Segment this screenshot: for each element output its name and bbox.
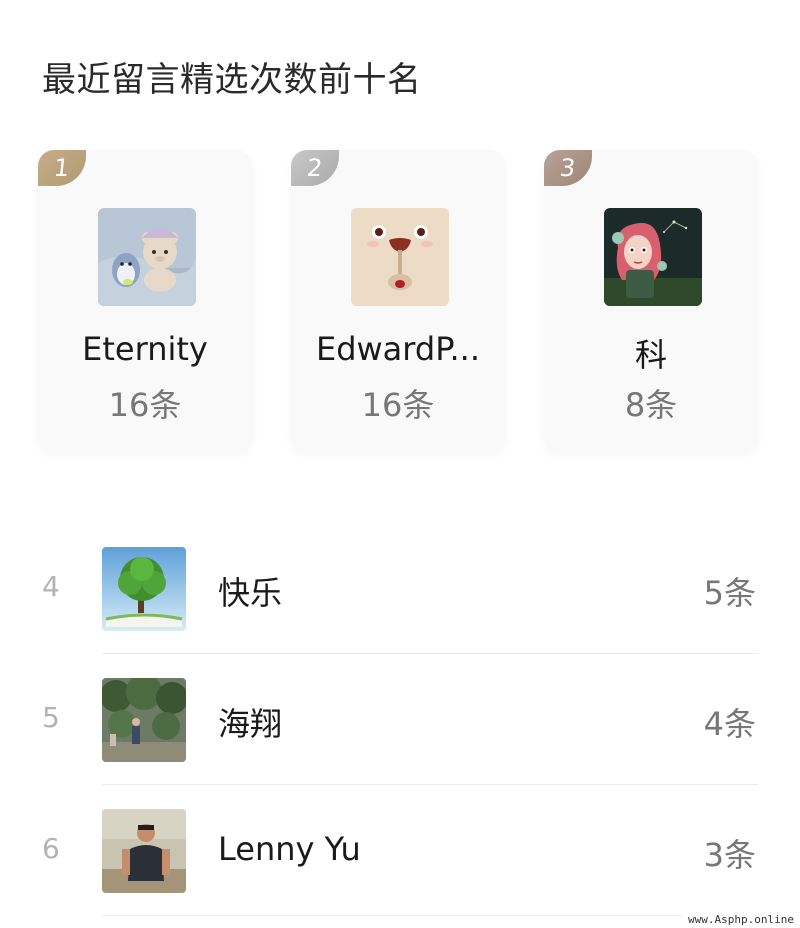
user-name: Lenny Yu — [218, 830, 361, 868]
divider — [102, 915, 758, 916]
comment-count: 8条 — [624, 386, 678, 424]
rank-number: 3 — [558, 154, 577, 182]
rank-number: 6 — [42, 832, 60, 865]
rank-number: 4 — [42, 570, 60, 603]
comment-count: 4条 — [703, 705, 756, 743]
leaderboard-page: 最近留言精选次数前十名 1 Eternity 16条 2 EdwardP... … — [0, 0, 800, 928]
page-title: 最近留言精选次数前十名 — [42, 60, 422, 100]
comment-count: 5条 — [703, 574, 756, 612]
plush-bear-icon[interactable] — [98, 208, 196, 306]
user-name: 科 — [634, 336, 667, 374]
top-card-3[interactable]: 3 科 8条 — [544, 150, 758, 453]
rank-badge-silver: 2 — [291, 150, 339, 186]
top-three-section: 1 Eternity 16条 2 EdwardP... 16条 3 科 8条 — [0, 150, 800, 460]
user-name: Eternity — [82, 330, 208, 368]
rank-badge-gold: 1 — [38, 150, 86, 186]
comment-count: 16条 — [361, 386, 435, 424]
comment-count: 3条 — [703, 836, 756, 874]
ranking-list: 4 快乐 5条 5 海翔 4条 6 Lenny Yu 3条 — [0, 523, 800, 916]
list-item[interactable]: 6 Lenny Yu 3条 — [0, 785, 800, 916]
rank-badge-bronze: 3 — [544, 150, 592, 186]
user-name: 海翔 — [218, 705, 283, 743]
rank-number: 2 — [305, 154, 324, 182]
illustrated-girl-icon[interactable] — [604, 208, 702, 306]
cartoon-bear-face-icon[interactable] — [351, 208, 449, 306]
rank-number: 1 — [52, 154, 71, 182]
rank-number: 5 — [42, 701, 60, 734]
user-name: EdwardP... — [315, 330, 481, 368]
top-card-1[interactable]: 1 Eternity 16条 — [38, 150, 252, 453]
watermark: www.Asphp.online — [682, 911, 800, 928]
tree-book-icon[interactable] — [102, 547, 186, 631]
person-photo-icon[interactable] — [102, 809, 186, 893]
list-item[interactable]: 5 海翔 4条 — [0, 654, 800, 785]
user-name: 快乐 — [218, 574, 283, 612]
top-card-2[interactable]: 2 EdwardP... 16条 — [291, 150, 505, 453]
list-item[interactable]: 4 快乐 5条 — [0, 523, 800, 654]
garden-photo-icon[interactable] — [102, 678, 186, 762]
comment-count: 16条 — [108, 386, 182, 424]
